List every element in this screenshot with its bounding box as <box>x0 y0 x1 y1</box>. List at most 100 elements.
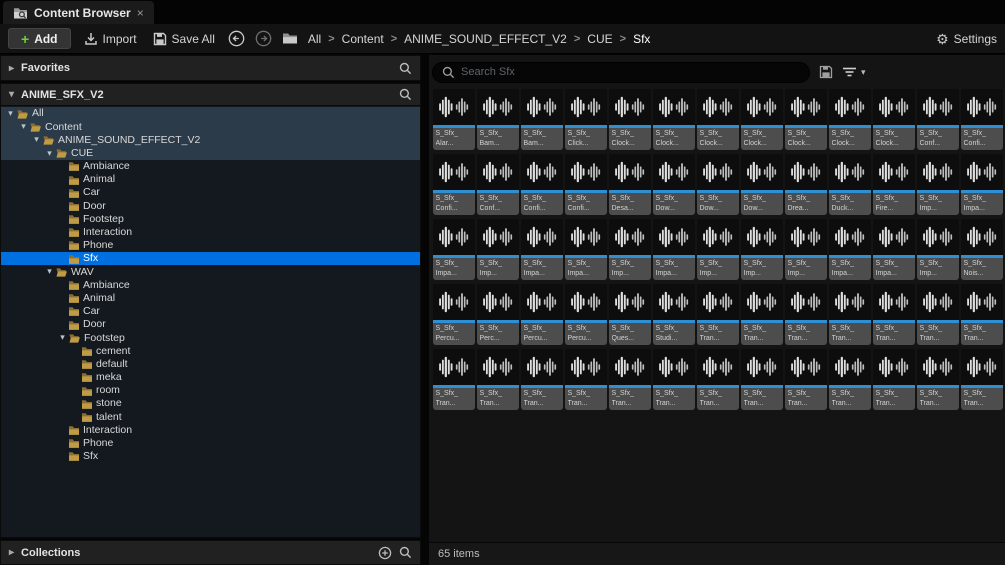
asset-tile[interactable]: S_Sfx_ Tran... <box>872 349 915 410</box>
asset-tile[interactable]: S_Sfx_ Impa... <box>652 219 695 280</box>
asset-tile[interactable]: S_Sfx_ Tran... <box>740 349 783 410</box>
source-header[interactable]: ▾ ANIME_SFX_V2 <box>0 83 421 106</box>
asset-tile[interactable]: S_Sfx_ Impa... <box>960 154 1003 215</box>
asset-tile[interactable]: S_Sfx_ Impa... <box>520 219 563 280</box>
caret-down-icon[interactable]: ▾ <box>44 266 55 277</box>
asset-tile[interactable]: S_Sfx_ Confi... <box>432 154 475 215</box>
tree-item-talent[interactable]: talent <box>1 410 420 423</box>
breadcrumb-item[interactable]: All <box>308 32 321 46</box>
asset-tile[interactable]: S_Sfx_ Perc... <box>476 284 519 345</box>
asset-tile[interactable]: S_Sfx_ Confi... <box>564 154 607 215</box>
asset-tile[interactable]: S_Sfx_ Impa... <box>432 219 475 280</box>
asset-tile[interactable]: S_Sfx_ Tran... <box>476 349 519 410</box>
asset-tile[interactable]: S_Sfx_ Confi... <box>960 89 1003 150</box>
tree-item-stone[interactable]: stone <box>1 397 420 410</box>
tree-item-cement[interactable]: cement <box>1 344 420 357</box>
asset-tile[interactable]: S_Sfx_ Tran... <box>916 284 959 345</box>
caret-right-icon[interactable]: ▸ <box>9 547 14 558</box>
asset-tile[interactable]: S_Sfx_ Confi... <box>520 154 563 215</box>
save-search-icon[interactable] <box>819 65 833 79</box>
tree-item-ambiance[interactable]: Ambiance <box>1 278 420 291</box>
breadcrumb-item[interactable]: ANIME_SOUND_EFFECT_V2 <box>404 32 567 46</box>
tree-item-default[interactable]: default <box>1 358 420 371</box>
asset-tile[interactable]: S_Sfx_ Drea... <box>784 154 827 215</box>
tree-item-sfx[interactable]: Sfx <box>1 450 420 463</box>
asset-tile[interactable]: S_Sfx_ Fire... <box>872 154 915 215</box>
filter-button[interactable]: ▾ <box>842 66 866 78</box>
caret-down-icon[interactable]: ▾ <box>31 134 42 145</box>
asset-tile[interactable]: S_Sfx_ Dow... <box>652 154 695 215</box>
asset-tile[interactable]: S_Sfx_ Imp... <box>608 219 651 280</box>
asset-tile[interactable]: S_Sfx_ Tran... <box>740 284 783 345</box>
asset-tile[interactable]: S_Sfx_ Tran... <box>564 349 607 410</box>
asset-tile[interactable]: S_Sfx_ Clock... <box>740 89 783 150</box>
asset-tile[interactable]: S_Sfx_ Percu... <box>564 284 607 345</box>
search-input[interactable] <box>461 66 800 78</box>
asset-tile[interactable]: S_Sfx_ Tran... <box>960 349 1003 410</box>
caret-right-icon[interactable]: ▸ <box>9 63 14 74</box>
asset-tile[interactable]: S_Sfx_ Imp... <box>784 219 827 280</box>
search-pill[interactable] <box>432 61 810 83</box>
back-button[interactable] <box>228 30 245 47</box>
asset-tile[interactable]: S_Sfx_ Impa... <box>828 219 871 280</box>
asset-tile[interactable]: S_Sfx_ Percu... <box>520 284 563 345</box>
tree-item-car[interactable]: Car <box>1 305 420 318</box>
asset-tile[interactable]: S_Sfx_ Imp... <box>740 219 783 280</box>
caret-down-icon[interactable]: ▾ <box>18 121 29 132</box>
collections-header[interactable]: ▸ Collections <box>0 540 421 565</box>
breadcrumb-item[interactable]: Content <box>342 32 384 46</box>
search-icon[interactable] <box>399 62 412 75</box>
asset-tile[interactable]: S_Sfx_ Tran... <box>784 349 827 410</box>
asset-tile[interactable]: S_Sfx_ Alar... <box>432 89 475 150</box>
forward-button[interactable] <box>255 30 272 47</box>
tree-item-sfx[interactable]: Sfx <box>1 252 420 266</box>
tree-item-anime-sound-effect-v2[interactable]: ▾ ANIME_SOUND_EFFECT_V2 <box>1 133 420 147</box>
asset-tile[interactable]: S_Sfx_ Tran... <box>960 284 1003 345</box>
asset-tile[interactable]: S_Sfx_ Tran... <box>608 349 651 410</box>
asset-tile[interactable]: S_Sfx_ Clock... <box>828 89 871 150</box>
asset-tile[interactable]: S_Sfx_ Clock... <box>872 89 915 150</box>
asset-tile[interactable]: S_Sfx_ Clock... <box>608 89 651 150</box>
asset-tile[interactable]: S_Sfx_ Dow... <box>696 154 739 215</box>
tree-item-ambiance[interactable]: Ambiance <box>1 160 420 173</box>
asset-tile[interactable]: S_Sfx_ Duck... <box>828 154 871 215</box>
asset-tile[interactable]: S_Sfx_ Tran... <box>696 284 739 345</box>
settings-button[interactable]: ⚙ Settings <box>936 32 997 46</box>
tree-item-phone[interactable]: Phone <box>1 239 420 252</box>
asset-tile[interactable]: S_Sfx_ Tran... <box>828 284 871 345</box>
asset-tile[interactable]: S_Sfx_ Tran... <box>432 349 475 410</box>
asset-tile[interactable]: S_Sfx_ Clock... <box>696 89 739 150</box>
tree-item-phone[interactable]: Phone <box>1 437 420 450</box>
tree-item-car[interactable]: Car <box>1 186 420 199</box>
tree-item-interaction[interactable]: Interaction <box>1 424 420 437</box>
tree-item-footstep[interactable]: Footstep <box>1 213 420 226</box>
asset-tile[interactable]: S_Sfx_ Tran... <box>828 349 871 410</box>
asset-tile[interactable]: S_Sfx_ Nois... <box>960 219 1003 280</box>
asset-tile[interactable]: S_Sfx_ Click... <box>564 89 607 150</box>
asset-tile[interactable]: S_Sfx_ Conf... <box>916 89 959 150</box>
asset-tile[interactable]: S_Sfx_ Studi... <box>652 284 695 345</box>
tree-item-wav[interactable]: ▾ WAV <box>1 265 420 278</box>
asset-tile[interactable]: S_Sfx_ Clock... <box>784 89 827 150</box>
asset-tile[interactable]: S_Sfx_ Tran... <box>872 284 915 345</box>
tree-item-content[interactable]: ▾ Content <box>1 120 420 134</box>
asset-tile[interactable]: S_Sfx_ Tran... <box>784 284 827 345</box>
tree-item-door[interactable]: Door <box>1 199 420 212</box>
tab-content-browser[interactable]: Content Browser × <box>3 1 154 24</box>
search-icon[interactable] <box>399 546 412 559</box>
tree-item-all[interactable]: ▾ All <box>1 107 420 121</box>
tree-item-door[interactable]: Door <box>1 318 420 331</box>
asset-tile[interactable]: S_Sfx_ Imp... <box>916 154 959 215</box>
asset-tile[interactable]: S_Sfx_ Imp... <box>916 219 959 280</box>
favorites-header[interactable]: ▸ Favorites <box>0 55 421 81</box>
breadcrumb-item[interactable]: Sfx <box>633 32 650 46</box>
add-button[interactable]: + Add <box>8 28 71 49</box>
tree-item-interaction[interactable]: Interaction <box>1 226 420 239</box>
asset-tile[interactable]: S_Sfx_ Tran... <box>520 349 563 410</box>
tree-item-meka[interactable]: meka <box>1 371 420 384</box>
asset-tile[interactable]: S_Sfx_ Bam... <box>476 89 519 150</box>
asset-tile[interactable]: S_Sfx_ Percu... <box>432 284 475 345</box>
asset-tile[interactable]: S_Sfx_ Ques... <box>608 284 651 345</box>
close-icon[interactable]: × <box>137 6 144 20</box>
save-all-button[interactable]: Save All <box>150 32 218 46</box>
